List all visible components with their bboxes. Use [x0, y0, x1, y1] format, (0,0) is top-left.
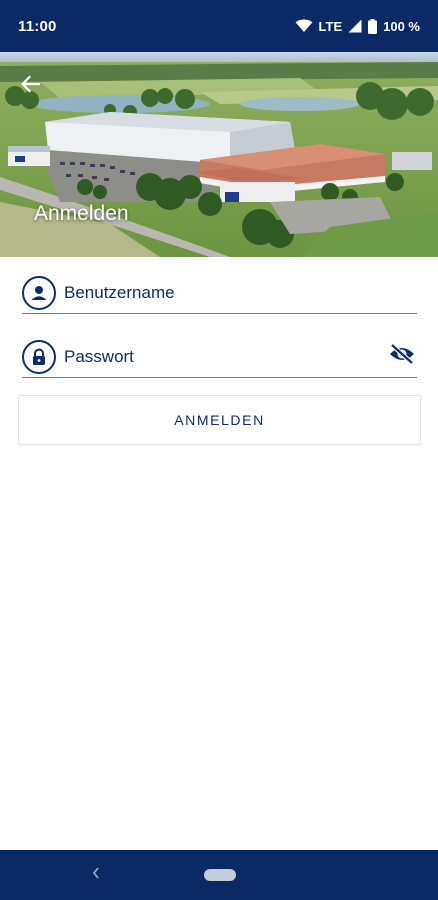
- login-screen: 11:00 LTE 100 % Anmelden Benutzername AN…: [0, 0, 438, 900]
- username-input[interactable]: [56, 275, 417, 310]
- status-time: 11:00: [18, 17, 57, 35]
- battery-percent: 100 %: [383, 18, 420, 34]
- password-input[interactable]: [56, 339, 387, 374]
- chevron-left-icon: [91, 866, 101, 885]
- back-button[interactable]: [14, 70, 46, 102]
- person-icon: [22, 275, 56, 310]
- home-pill-button[interactable]: [204, 869, 236, 881]
- toggle-password-visibility-button[interactable]: [387, 342, 417, 372]
- battery-icon: [368, 18, 378, 34]
- lock-icon: [22, 339, 56, 374]
- page-title: Anmelden: [34, 202, 129, 225]
- wifi-icon: [295, 19, 313, 33]
- cell-signal-icon: [348, 19, 362, 33]
- nav-back-button[interactable]: [86, 865, 106, 885]
- arrow-back-icon: [20, 74, 41, 98]
- login-button[interactable]: ANMELDEN: [18, 395, 421, 445]
- password-field[interactable]: [22, 336, 417, 378]
- status-indicators: LTE 100 %: [295, 18, 420, 34]
- username-field[interactable]: [22, 272, 417, 314]
- navigation-bar: [0, 850, 438, 900]
- header-photo: [0, 52, 438, 257]
- status-bar: 11:00 LTE 100 %: [0, 0, 438, 52]
- eye-off-icon: [388, 343, 416, 370]
- network-type-label: LTE: [318, 18, 343, 34]
- header-banner: Anmelden: [0, 52, 438, 257]
